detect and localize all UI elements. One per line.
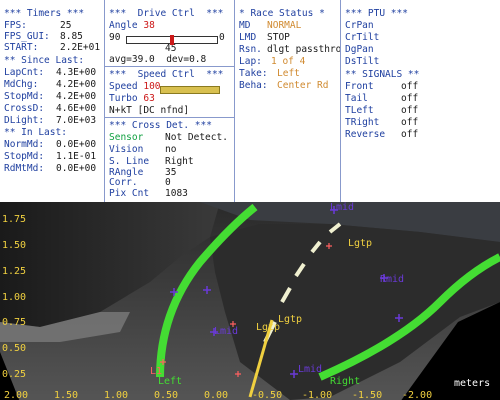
angle-value: 38	[143, 20, 155, 31]
in-last-row: RdMtMd: 0.0E+00	[4, 163, 97, 174]
x-tick-label: 1.50	[54, 390, 78, 400]
timer-row: FPS: 25	[4, 20, 72, 31]
drive-ctrl-header: *** Drive Ctrl ***	[109, 8, 224, 19]
speed-bar	[160, 86, 220, 94]
ptu-row: CrTilt	[345, 32, 380, 43]
drive-column: *** Drive Ctrl *** Angle 38 90 0 45 avg=…	[105, 0, 234, 202]
since-row: MdChg: 4.2E+00	[4, 79, 97, 90]
y-tick-label: 1.50	[2, 240, 26, 251]
speed-row: Speed 100	[109, 81, 161, 92]
angle-slider-thumb[interactable]	[170, 35, 174, 45]
cross-row: Sensor Not Detect.	[109, 132, 228, 143]
ptu-row: CrPan	[345, 20, 374, 31]
lane-overlay: Lmid Lgtp Rmid Lmid Lgtp Lgtp Lmid Left …	[0, 202, 500, 400]
ptu-column: *** PTU *** CrPan CrTilt DgPan DsTilt **…	[341, 0, 500, 202]
label-rmid: Rmid	[380, 274, 404, 285]
x-axis-unit: meters	[454, 378, 490, 389]
label-lmid-top: Lmid	[330, 202, 354, 213]
label-lmid-bottom: Lmid	[298, 364, 322, 375]
in-last-row: StopMd: 1.1E-01	[4, 151, 97, 162]
since-last-header: ** Since Last:	[4, 55, 85, 66]
turbo-row: Turbo 63	[109, 93, 155, 104]
label-lgtp-low: Lgtp	[256, 322, 280, 333]
cross-row: Corr. 0	[109, 177, 171, 188]
race-row: Lap: 1 of 4	[239, 56, 306, 67]
angle-slider[interactable]	[126, 35, 218, 45]
y-tick-label: 1.00	[2, 292, 26, 303]
telemetry-panel: *** Timers *** FPS: 25 FPS_GUI: 8.85 START…	[0, 0, 500, 202]
y-tick-label: 1.25	[2, 266, 26, 277]
speed-ctrl-header: *** Speed Ctrl ***	[109, 69, 224, 80]
race-column: * Race Status * MD NORMAL LMD STOP Rsn. dlg…	[235, 0, 342, 202]
x-tick-label: -2.00	[402, 390, 432, 400]
timers-column: *** Timers *** FPS: 25 FPS_GUI: 8.85 START…	[0, 0, 103, 202]
race-row: LMD STOP	[239, 32, 290, 43]
slider-min-label: 90	[109, 32, 121, 43]
ptu-row: DgPan	[345, 44, 374, 55]
y-tick-label: 1.75	[2, 214, 26, 225]
cross-row: S. Line Right	[109, 156, 194, 167]
timers-header: *** Timers ***	[4, 8, 85, 19]
label-lgtp-top: Lgtp	[348, 238, 372, 249]
signal-row: TLeft off	[345, 105, 419, 116]
ptu-header: *** PTU ***	[345, 8, 408, 19]
signal-row: Reverse off	[345, 129, 419, 140]
x-tick-label: -1.50	[352, 390, 382, 400]
timer-row: START: 2.2E+01	[4, 42, 101, 53]
y-tick-label: 0.50	[2, 343, 26, 354]
in-last-header: ** In Last:	[4, 127, 67, 138]
cross-det-header: *** Cross Det. ***	[109, 120, 212, 131]
label-left: Left	[158, 376, 182, 387]
x-tick-label: 0.50	[154, 390, 178, 400]
x-tick-label: -0.50	[252, 390, 282, 400]
x-tick-label: 0.00	[204, 390, 228, 400]
mode-text: N+kT [DC nfnd]	[109, 105, 190, 116]
in-last-row: NormMd: 0.0E+00	[4, 139, 97, 150]
cross-row: Pix Cnt 1083	[109, 188, 188, 199]
label-lmid-left: Lmid	[214, 326, 238, 337]
x-tick-label: -1.00	[302, 390, 332, 400]
since-row: CrossD: 4.6E+00	[4, 103, 97, 114]
race-status-header: * Race Status *	[239, 8, 325, 19]
x-tick-label: 1.00	[104, 390, 128, 400]
label-l1: L1	[150, 366, 162, 377]
label-right: Right	[330, 376, 360, 387]
signal-row: TRight off	[345, 117, 419, 128]
signal-row: Tail off	[345, 93, 419, 104]
slider-max-label: 0	[219, 32, 225, 43]
y-tick-label: 0.25	[2, 369, 26, 380]
signals-header: ** SIGNALS **	[345, 69, 420, 80]
turbo-value: 63	[143, 93, 155, 104]
angle-stats: avg=39.0 dev=0.8	[109, 54, 207, 65]
race-row: Beha: Center Rd	[239, 80, 329, 91]
speed-value: 100	[143, 81, 161, 92]
y-tick-label: 0.75	[2, 317, 26, 328]
camera-view: Lmid Lgtp Rmid Lmid Lgtp Lgtp Lmid Left …	[0, 202, 500, 400]
label-lgtp-mid: Lgtp	[278, 314, 302, 325]
angle-row: Angle 38	[109, 20, 155, 31]
timer-row: FPS_GUI: 8.85	[4, 31, 83, 42]
ptu-row: DsTilt	[345, 56, 380, 67]
race-row: MD NORMAL	[239, 20, 302, 31]
race-row: Rsn. dlgt passthro	[239, 44, 342, 55]
since-row: StopMd: 4.2E+00	[4, 91, 97, 102]
since-row: DLight: 7.0E+03	[4, 115, 97, 126]
x-tick-label: 2.00	[4, 390, 28, 400]
race-row: Take: Left	[239, 68, 300, 79]
since-row: LapCnt: 4.3E+00	[4, 67, 97, 78]
cross-row: Vision no	[109, 144, 177, 155]
signal-row: Front off	[345, 81, 419, 92]
